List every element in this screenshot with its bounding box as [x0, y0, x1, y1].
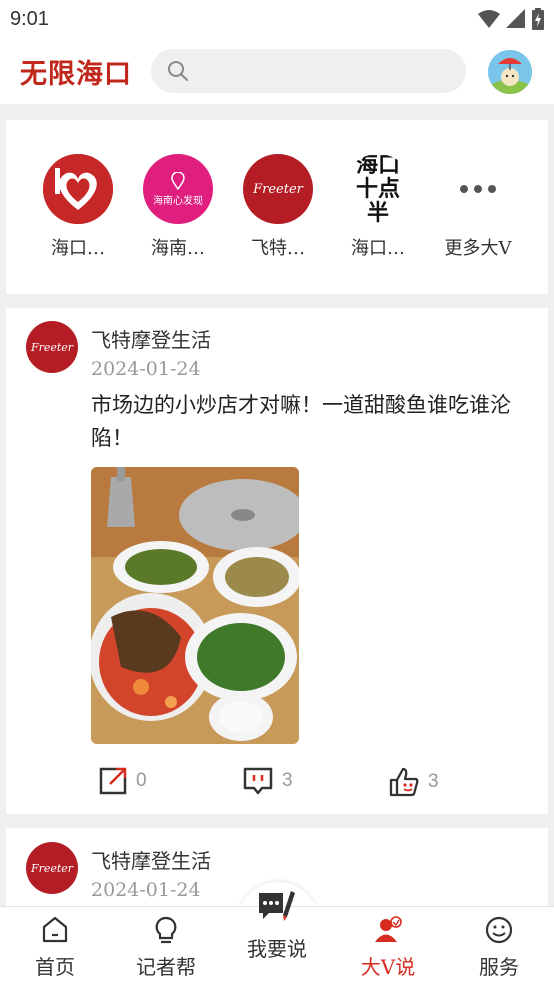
tab-services[interactable]: 服务 — [454, 915, 544, 980]
vip-item-2[interactable]: 海南心发现 海南… — [130, 154, 226, 260]
like-button[interactable]: 3 — [388, 766, 439, 798]
heart-logo-icon — [43, 154, 113, 224]
vip-logo-text: 海口十点半 — [355, 154, 400, 224]
vip-name: 海口… — [51, 238, 105, 259]
tab-label: 服务 — [479, 955, 519, 979]
share-icon — [99, 767, 127, 795]
vip-logo-text: Freeter — [253, 181, 303, 197]
vip-item-3[interactable]: Freeter 飞特… — [230, 154, 326, 260]
app-brand: 无限海口 — [20, 59, 132, 90]
comment-count: 3 — [282, 770, 293, 791]
smile-icon — [485, 916, 513, 944]
more-vip-button[interactable]: 更多大V — [430, 154, 526, 260]
tab-home[interactable]: 首页 — [10, 915, 100, 980]
author-avatar[interactable]: Freeter — [26, 321, 78, 373]
battery-icon — [532, 8, 544, 30]
vip-logo-text: 海南心发现 — [153, 195, 203, 207]
author-avatar[interactable]: Freeter — [26, 842, 78, 894]
vip-name: 海南… — [151, 238, 205, 259]
tab-label: 首页 — [35, 955, 75, 979]
share-count: 0 — [136, 770, 147, 791]
chat-pencil-icon — [259, 891, 295, 921]
post-date: 2024-01-24 — [91, 879, 201, 901]
vip-name: 飞特… — [251, 238, 305, 259]
vip-avatar: Freeter — [243, 154, 313, 224]
location-pin-icon — [171, 171, 185, 190]
food-photo — [91, 467, 299, 744]
vip-avatar: 海口十点半 — [343, 154, 413, 224]
search-input[interactable] — [151, 49, 466, 93]
status-bar: 9:01 — [0, 0, 554, 38]
tab-label: 大V说 — [360, 955, 416, 979]
vip-strip: 海口… 海南心发现 海南… Freeter 飞特… 海口十点半 海口… 更多大V — [6, 120, 548, 294]
status-time: 9:01 — [10, 7, 49, 30]
home-icon — [42, 916, 68, 943]
post-text[interactable]: 市场边的小炒店才对嘛！一道甜酸鱼谁吃谁沦陷！ — [91, 389, 536, 455]
post-date: 2024-01-24 — [91, 358, 201, 380]
vip-avatar — [43, 154, 113, 224]
tab-reporter-help[interactable]: 记者帮 — [121, 915, 211, 980]
more-icon — [443, 154, 513, 224]
avatar-logo-text: Freeter — [30, 861, 74, 875]
author-name[interactable]: 飞特摩登生活 — [91, 845, 211, 874]
avatar-logo-text: Freeter — [30, 340, 74, 354]
vip-item-4[interactable]: 海口十点半 海口… — [330, 154, 426, 260]
author-name[interactable]: 飞特摩登生活 — [91, 324, 211, 353]
lightbulb-icon — [155, 916, 177, 944]
vip-name: 更多大V — [444, 238, 512, 259]
avatar-illustration — [488, 50, 532, 94]
thumbs-up-icon — [389, 767, 419, 797]
status-icons — [478, 8, 544, 30]
comment-button[interactable]: 3 — [242, 766, 293, 796]
share-button[interactable]: 0 — [98, 766, 147, 796]
vip-name: 海口… — [351, 238, 405, 259]
post-image[interactable] — [91, 467, 299, 744]
tab-speak[interactable]: 我要说 — [232, 887, 322, 962]
vip-item-1[interactable]: 海口… — [30, 154, 126, 260]
user-avatar[interactable] — [488, 50, 532, 94]
signal-icon — [506, 9, 525, 28]
post-card: Freeter 飞特摩登生活 2024-01-24 市场边的小炒店才对嘛！一道甜… — [6, 308, 548, 814]
header: 无限海口 — [0, 38, 554, 104]
tab-big-v[interactable]: 大V说 — [343, 915, 433, 980]
comment-icon — [243, 767, 273, 795]
big-v-user-icon — [375, 916, 402, 942]
search-icon — [168, 61, 188, 81]
like-count: 3 — [428, 771, 439, 792]
tab-label: 我要说 — [247, 937, 307, 961]
tab-label: 记者帮 — [136, 955, 196, 979]
bottom-tab-bar: 首页 记者帮 我要说 大V说 服务 — [0, 891, 554, 984]
wifi-icon — [478, 10, 500, 28]
vip-avatar: 海南心发现 — [143, 154, 213, 224]
